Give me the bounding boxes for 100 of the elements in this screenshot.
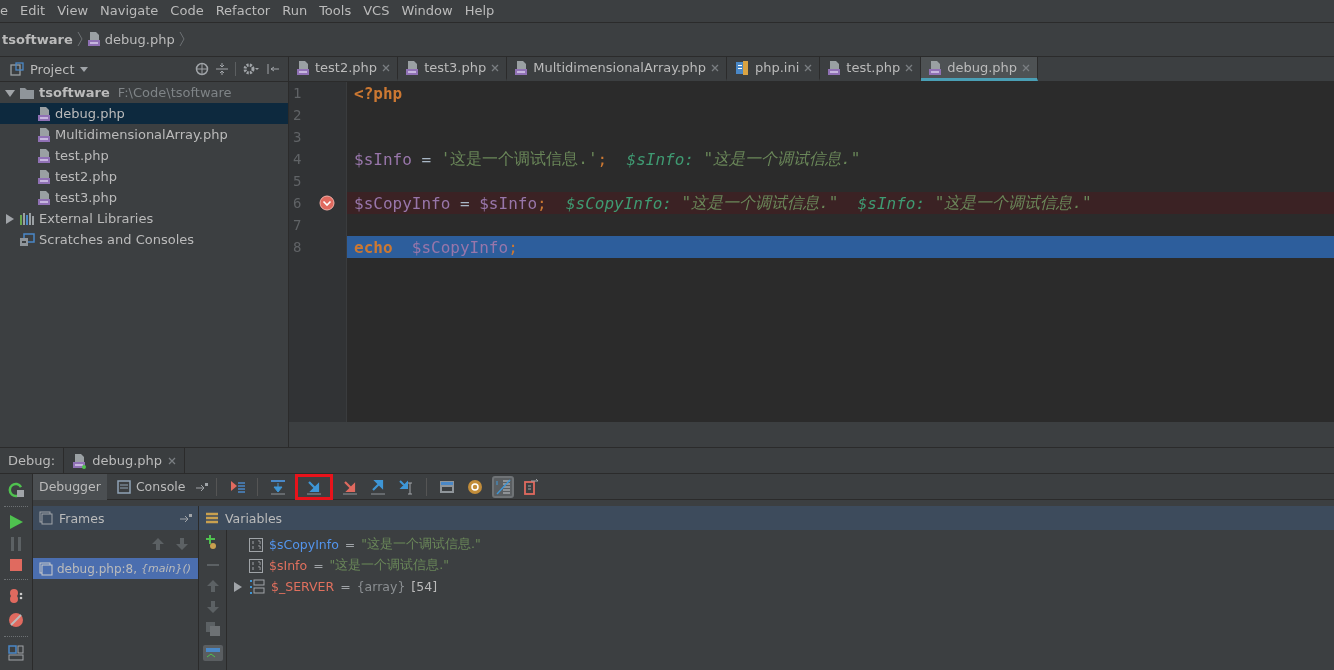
- expanded-arrow-icon: [5, 87, 15, 98]
- scratches-icon: [19, 232, 35, 247]
- chevron-icon: [76, 31, 83, 47]
- step-over-icon: [269, 478, 286, 495]
- menu-item[interactable]: VCS: [357, 3, 396, 18]
- tree-item[interactable]: test.php: [0, 145, 288, 166]
- tree-item[interactable]: tsoftware F:\Code\tsoftware: [0, 82, 288, 103]
- stop-icon: [10, 559, 22, 571]
- close-icon: [1022, 63, 1031, 72]
- php-file-icon: [37, 168, 51, 185]
- up-arrow-icon: [206, 580, 219, 592]
- close-icon: [905, 63, 914, 72]
- menu-item[interactable]: Tools: [313, 3, 358, 18]
- collapsed-arrow-icon: [5, 213, 15, 224]
- show-values-icon: [494, 478, 511, 495]
- step-out-icon: [369, 478, 386, 495]
- value-icon: [249, 537, 263, 552]
- libraries-icon: [19, 211, 35, 226]
- php-file-icon: [405, 59, 420, 76]
- console-icon: [116, 479, 131, 494]
- php-file-icon: [296, 59, 310, 76]
- watch-icon: [466, 478, 483, 495]
- step-into-icon: [305, 478, 322, 495]
- tree-item[interactable]: test2.php: [0, 166, 288, 187]
- debug-session-tab[interactable]: debug.php: [63, 448, 185, 473]
- show-execution-point-icon: [228, 478, 245, 495]
- chevron-icon: [178, 31, 185, 47]
- breakpoint-icon: [319, 195, 335, 211]
- editor-tab[interactable]: test3.php: [398, 57, 508, 81]
- show-values-button[interactable]: [491, 475, 514, 498]
- down-arrow-icon: [176, 538, 188, 550]
- menu-item[interactable]: View: [51, 3, 95, 18]
- breakpoints-icon: [8, 588, 24, 604]
- close-icon: [168, 456, 176, 465]
- settings-icon: [242, 62, 260, 76]
- mute-breakpoints-icon: [8, 612, 24, 628]
- locate-icon: [195, 62, 209, 76]
- panel-title[interactable]: Project: [30, 61, 75, 77]
- collapsed-arrow-icon: [233, 581, 243, 592]
- php-file-icon: [37, 147, 51, 164]
- editor-tab[interactable]: debug.php: [921, 57, 1039, 81]
- up-arrow-icon: [152, 538, 164, 550]
- menu-item[interactable]: Help: [458, 3, 501, 18]
- copy-icon: [205, 622, 220, 636]
- menu-item[interactable]: Edit: [14, 3, 52, 18]
- frames-icon: [39, 511, 53, 525]
- menu-item[interactable]: Window: [395, 3, 459, 18]
- down-arrow-icon: [206, 601, 219, 613]
- menu-item[interactable]: Run: [276, 3, 314, 18]
- value-icon: [249, 558, 263, 573]
- run-to-cursor-icon: [397, 478, 414, 495]
- php-file-icon: [928, 59, 943, 76]
- debug-tab[interactable]: Console: [110, 473, 192, 500]
- tree-item[interactable]: test3.php: [0, 187, 288, 208]
- project-view-icon: [10, 62, 24, 76]
- breadcrumb-item[interactable]: debug.php: [86, 31, 175, 47]
- panel-title: Variables: [225, 510, 283, 526]
- php-file-icon: [86, 31, 101, 47]
- editor-tab[interactable]: php.ini: [727, 57, 821, 81]
- editor-tab[interactable]: test2.php: [289, 57, 399, 81]
- restore-icon: [522, 478, 539, 495]
- tree-item[interactable]: External Libraries: [0, 208, 288, 229]
- force-step-into-icon: [341, 478, 358, 495]
- panel-title: Debug:: [8, 453, 56, 468]
- menu-item[interactable]: Refactor: [209, 3, 277, 18]
- menu-item[interactable]: Navigate: [94, 3, 165, 18]
- evaluate-icon: [438, 478, 455, 495]
- folder-icon: [19, 85, 35, 100]
- menu-item[interactable]: Code: [164, 3, 210, 18]
- close-icon: [804, 63, 813, 72]
- step-into-button[interactable]: [294, 473, 333, 500]
- close-icon: [491, 63, 500, 72]
- tree-item[interactable]: MultidimensionalArray.php: [0, 124, 288, 145]
- tree-item[interactable]: Scratches and Consoles: [0, 229, 288, 250]
- tree-item[interactable]: debug.php: [0, 103, 288, 124]
- php-file-icon: [37, 126, 51, 143]
- editor-tab[interactable]: MultidimensionalArray.php: [507, 57, 727, 81]
- breadcrumb-item[interactable]: tsoftware: [2, 31, 73, 47]
- config-file-icon: [734, 59, 750, 76]
- variables-icon: [205, 511, 219, 525]
- variable-row[interactable]: $_SERVER = {array} [54]: [227, 576, 1334, 597]
- panel-title: Frames: [59, 510, 106, 526]
- pin-icon: [180, 513, 192, 523]
- menu-item[interactable]: e: [0, 3, 14, 18]
- php-file-icon: [37, 189, 51, 206]
- pause-icon: [10, 537, 22, 551]
- collapse-all-icon: [215, 62, 229, 76]
- frame-icon: [39, 561, 53, 576]
- close-icon: [711, 63, 719, 72]
- layout-icon: [8, 645, 24, 661]
- hide-panel-icon: [266, 62, 280, 76]
- debug-tab[interactable]: Debugger: [33, 473, 107, 500]
- php-file-icon: [37, 105, 51, 122]
- php-file-icon: [827, 59, 842, 76]
- php-file-icon: [514, 59, 529, 76]
- resume-icon: [9, 515, 23, 529]
- code-line: $sInfo = '这是一个调试信息.'; $sInfo: "这是一个调试信息.": [353, 148, 862, 170]
- rerun-icon: [8, 482, 24, 498]
- pin-icon: [195, 481, 208, 492]
- close-icon: [382, 63, 391, 72]
